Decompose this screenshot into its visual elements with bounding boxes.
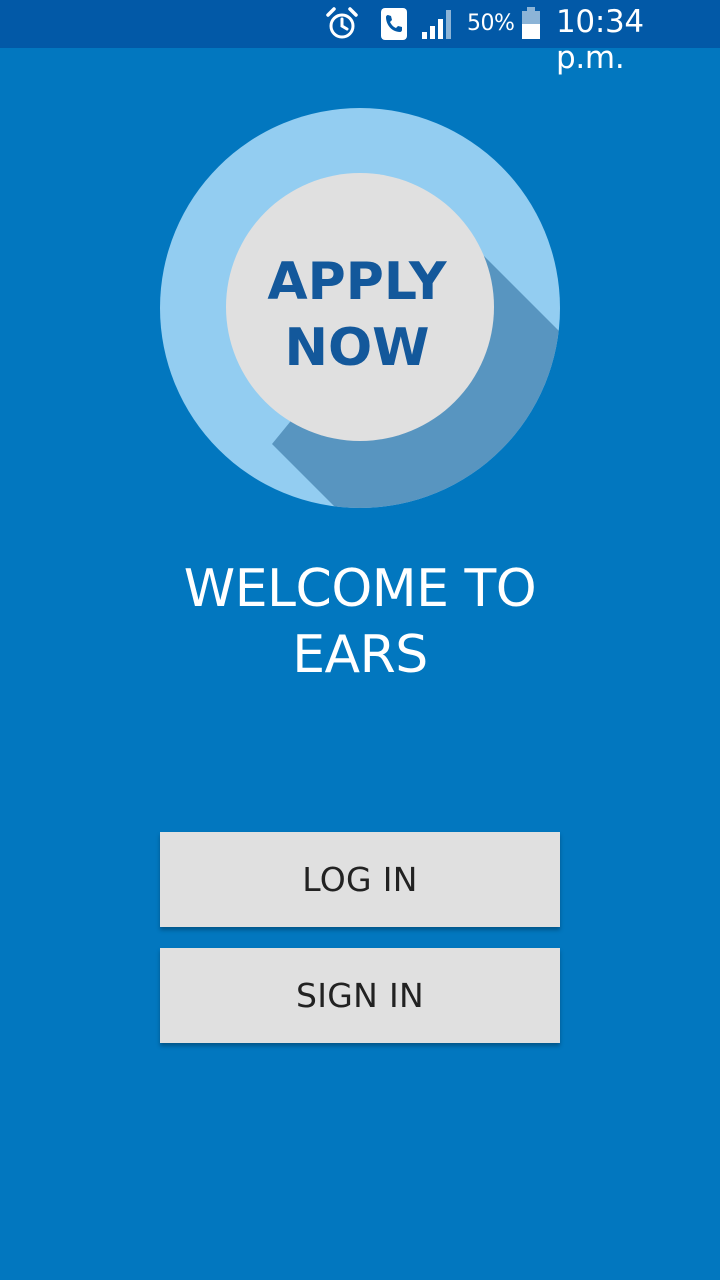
welcome-line-2: EARS <box>292 625 428 685</box>
signal-icon <box>420 8 456 44</box>
login-button[interactable]: LOG IN <box>160 832 560 927</box>
logo-text-apply: APPLY <box>267 252 448 312</box>
battery-percent: 50% <box>467 11 515 36</box>
apply-now-logo[interactable]: APPLY NOW <box>158 106 562 510</box>
battery-icon <box>520 6 542 44</box>
alarm-icon <box>324 6 360 46</box>
welcome-heading: WELCOME TO EARS <box>0 556 720 688</box>
welcome-line-1: WELCOME TO <box>183 559 537 619</box>
phone-call-icon <box>380 6 408 46</box>
status-time: 10:34 p.m. <box>556 4 644 76</box>
signin-button[interactable]: SIGN IN <box>160 948 560 1043</box>
status-bar: 50% 10:34 p.m. <box>0 0 720 76</box>
logo-text-now: NOW <box>284 318 429 378</box>
